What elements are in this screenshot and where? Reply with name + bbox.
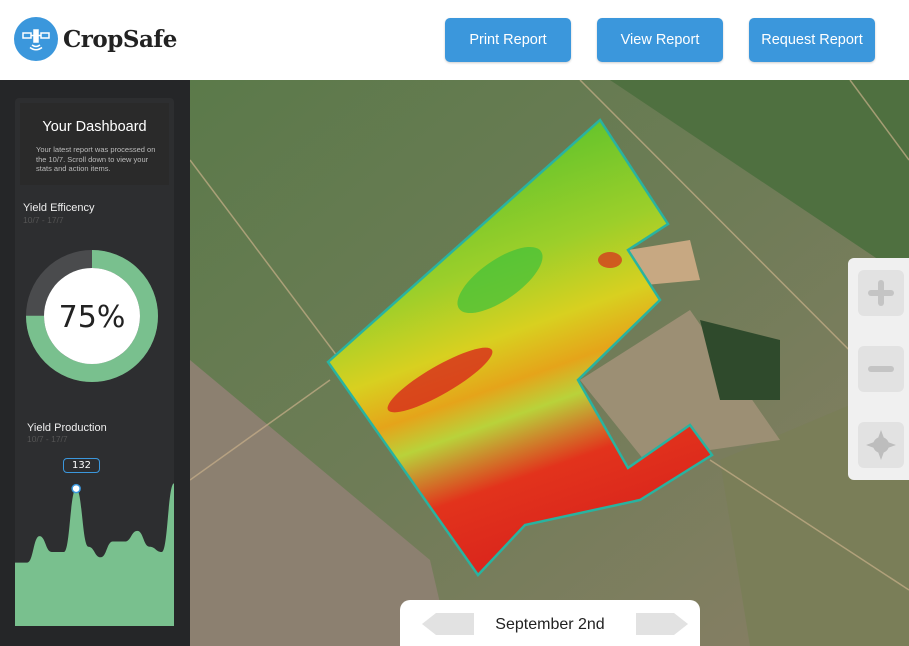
yield-production-label: Yield Production — [27, 422, 107, 434]
yield-efficiency-label: Yield Efficency — [23, 202, 95, 214]
production-tooltip: 132 — [63, 458, 100, 473]
request-report-button[interactable]: Request Report — [749, 18, 875, 62]
recenter-button[interactable] — [858, 422, 904, 468]
compass-icon — [866, 430, 896, 460]
efficiency-value: 75% — [58, 300, 126, 335]
satellite-icon — [14, 17, 58, 61]
production-area — [15, 483, 174, 626]
production-peak-marker[interactable] — [71, 483, 81, 494]
view-report-button[interactable]: View Report — [597, 18, 723, 62]
dashboard-subtitle: Your latest report was processed on the … — [36, 145, 156, 173]
dashboard-panel[interactable]: Your Dashboard Your latest report was pr… — [15, 98, 174, 626]
zoom-out-button[interactable] — [858, 346, 904, 392]
minus-icon — [868, 366, 894, 372]
satellite-map[interactable] — [190, 80, 909, 646]
date-navigator: September 2nd — [400, 600, 700, 646]
yield-production-chart — [15, 483, 174, 626]
zoom-in-button[interactable] — [858, 270, 904, 316]
print-report-button[interactable]: Print Report — [445, 18, 571, 62]
plus-icon — [868, 280, 894, 306]
logo[interactable]: CropSafe — [14, 17, 177, 61]
yield-efficiency-range: 10/7 - 17/7 — [23, 215, 64, 225]
sidebar: Your Dashboard Your latest report was pr… — [0, 80, 190, 646]
dashboard-title: Your Dashboard — [42, 119, 147, 135]
map-imagery — [190, 80, 909, 646]
yield-production-range: 10/7 - 17/7 — [27, 434, 68, 444]
map-zoom-controls — [848, 258, 909, 480]
dashboard-header: Your Dashboard Your latest report was pr… — [20, 103, 169, 185]
next-date-arrow-icon[interactable] — [636, 613, 688, 635]
header: CropSafe Print Report View Report Reques… — [0, 0, 909, 80]
brand-name: CropSafe — [63, 25, 177, 53]
